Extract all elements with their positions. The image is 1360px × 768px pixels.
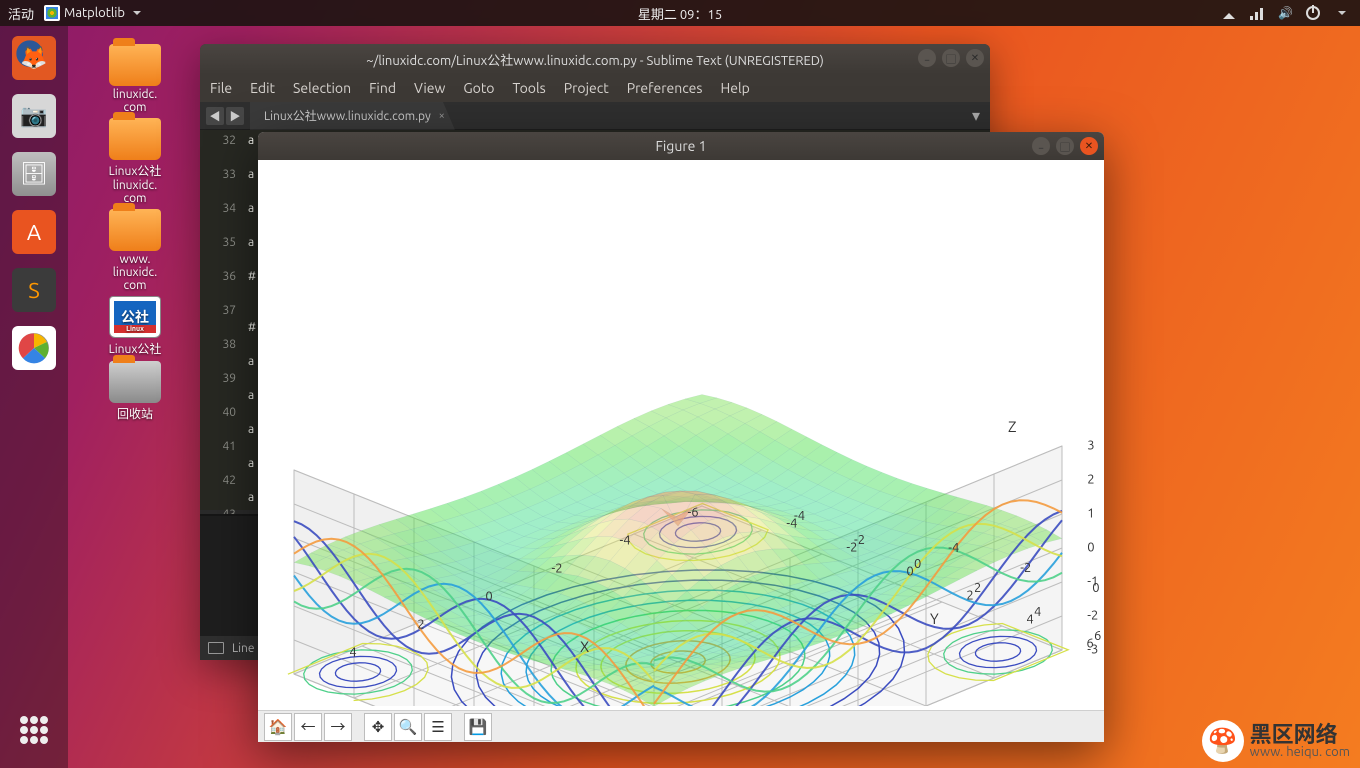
desktop-icon[interactable]: www. linuxidc. com bbox=[90, 209, 180, 292]
app-indicator[interactable]: Matplotlib bbox=[44, 5, 141, 21]
mushroom-icon: 🍄 bbox=[1202, 720, 1244, 762]
svg-text:1: 1 bbox=[1087, 506, 1094, 520]
svg-text:-6: -6 bbox=[687, 505, 698, 519]
close-tab-icon[interactable]: × bbox=[439, 110, 445, 122]
menu-project[interactable]: Project bbox=[564, 80, 609, 96]
menu-goto[interactable]: Goto bbox=[463, 80, 494, 96]
maximize-button[interactable]: ▢ bbox=[942, 49, 960, 67]
svg-text:3: 3 bbox=[1087, 438, 1094, 452]
dock: 🦊 📷 🗄 A S bbox=[0, 26, 68, 768]
svg-text:4: 4 bbox=[349, 645, 356, 659]
svg-text:-1: -1 bbox=[1087, 574, 1098, 588]
svg-text:0: 0 bbox=[485, 589, 492, 603]
menu-tools[interactable]: Tools bbox=[513, 80, 546, 96]
network-icon[interactable] bbox=[1250, 6, 1264, 20]
tab-prev-button[interactable]: ◀ bbox=[206, 107, 224, 125]
x-axis-label: X bbox=[580, 638, 589, 655]
plot-3d: -6-4-2024-4-20246-4-20246-3-2-10123-4-20… bbox=[258, 160, 1104, 706]
svg-text:0: 0 bbox=[906, 565, 913, 579]
activities-button[interactable]: 活动 bbox=[8, 4, 34, 23]
svg-text:2: 2 bbox=[1087, 472, 1094, 486]
close-button[interactable]: ✕ bbox=[1080, 137, 1098, 155]
figure-titlebar[interactable]: Figure 1 ‒ ▢ ✕ bbox=[258, 132, 1104, 160]
pan-button[interactable]: ✥ bbox=[364, 713, 392, 741]
y-axis-label: Y bbox=[930, 610, 939, 627]
power-icon[interactable] bbox=[1306, 6, 1320, 20]
svg-text:6: 6 bbox=[1094, 629, 1101, 643]
save-button[interactable]: 💾 bbox=[464, 713, 492, 741]
svg-text:-2: -2 bbox=[854, 533, 865, 547]
dock-files[interactable]: 🗄 bbox=[8, 148, 60, 200]
dock-show-apps[interactable] bbox=[8, 704, 60, 756]
svg-text:4: 4 bbox=[1026, 613, 1033, 627]
menu-view[interactable]: View bbox=[414, 80, 445, 96]
svg-text:-2: -2 bbox=[1020, 561, 1031, 575]
menu-preferences[interactable]: Preferences bbox=[627, 80, 703, 96]
desktop-icons: linuxidc. comLinux公社 linuxidc. comwww. l… bbox=[90, 44, 180, 422]
svg-text:0: 0 bbox=[914, 557, 921, 571]
chevron-down-icon bbox=[133, 11, 141, 19]
status-line-label: Line bbox=[232, 642, 255, 655]
svg-text:2: 2 bbox=[974, 581, 981, 595]
home-button[interactable]: 🏠 bbox=[264, 713, 292, 741]
maximize-button[interactable]: ▢ bbox=[1056, 137, 1074, 155]
window-figure: Figure 1 ‒ ▢ ✕ -6-4-2024-4-20246-4-20246… bbox=[258, 132, 1104, 742]
forward-button[interactable]: → bbox=[324, 713, 352, 741]
svg-text:-4: -4 bbox=[948, 541, 959, 555]
figure-toolbar: 🏠 ← → ✥ 🔍 ☰ 💾 bbox=[258, 710, 1104, 742]
back-button[interactable]: ← bbox=[294, 713, 322, 741]
figure-canvas[interactable]: -6-4-2024-4-20246-4-20246-3-2-10123-4-20… bbox=[258, 160, 1104, 710]
menu-find[interactable]: Find bbox=[369, 80, 396, 96]
dock-camera[interactable]: 📷 bbox=[8, 90, 60, 142]
chevron-down-icon bbox=[1338, 11, 1346, 19]
top-bar: 活动 Matplotlib 星期二 09：15 bbox=[0, 0, 1360, 26]
tab-dropdown-icon[interactable]: ▾ bbox=[962, 106, 990, 125]
minimize-button[interactable]: ‒ bbox=[918, 49, 936, 67]
menu-file[interactable]: File bbox=[210, 80, 232, 96]
panel-switcher-icon[interactable] bbox=[208, 642, 224, 654]
figure-title: Figure 1 bbox=[656, 138, 707, 154]
svg-text:4: 4 bbox=[1034, 605, 1041, 619]
tab-next-button[interactable]: ▶ bbox=[226, 107, 244, 125]
dock-firefox[interactable]: 🦊 bbox=[8, 32, 60, 84]
svg-text:2: 2 bbox=[966, 589, 973, 603]
desktop-icon[interactable]: 公社LinuxLinux公社 bbox=[90, 296, 180, 357]
dock-sublime[interactable]: S bbox=[8, 264, 60, 316]
menu-help[interactable]: Help bbox=[720, 80, 749, 96]
sublime-tabs: ◀ ▶ Linux公社www.linuxidc.com.py× ▾ bbox=[200, 102, 990, 130]
tab-file[interactable]: Linux公社www.linuxidc.com.py× bbox=[250, 102, 455, 130]
close-button[interactable]: ✕ bbox=[966, 49, 984, 67]
desktop-icon[interactable]: linuxidc. com bbox=[90, 44, 180, 114]
svg-text:2: 2 bbox=[417, 617, 424, 631]
svg-text:0: 0 bbox=[1087, 540, 1094, 554]
dock-software[interactable]: A bbox=[8, 206, 60, 258]
svg-text:-3: -3 bbox=[1087, 642, 1098, 656]
svg-text:-2: -2 bbox=[551, 561, 562, 575]
svg-text:-2: -2 bbox=[1087, 608, 1098, 622]
menu-edit[interactable]: Edit bbox=[250, 80, 275, 96]
configure-button[interactable]: ☰ bbox=[424, 713, 452, 741]
clock[interactable]: 星期二 09：15 bbox=[638, 4, 722, 23]
dock-matplotlib[interactable] bbox=[8, 322, 60, 374]
z-axis-label: Z bbox=[1008, 418, 1017, 435]
watermark: 🍄 黑区网络www. heiqu. com bbox=[1202, 720, 1350, 762]
sublime-menubar: File Edit Selection Find View Goto Tools Projec… bbox=[200, 74, 990, 102]
zoom-button[interactable]: 🔍 bbox=[394, 713, 422, 741]
sublime-titlebar[interactable]: ~/linuxidc.com/Linux公社www.linuxidc.com.p… bbox=[200, 44, 990, 74]
menu-selection[interactable]: Selection bbox=[293, 80, 351, 96]
sublime-title: ~/linuxidc.com/Linux公社www.linuxidc.com.p… bbox=[366, 50, 824, 69]
minimize-button[interactable]: ‒ bbox=[1032, 137, 1050, 155]
matplotlib-icon bbox=[44, 5, 60, 21]
volume-icon[interactable] bbox=[1278, 6, 1292, 20]
desktop-icon[interactable]: 回收站 bbox=[90, 361, 180, 422]
svg-text:-4: -4 bbox=[619, 533, 630, 547]
indicator-triangle-icon[interactable] bbox=[1222, 6, 1236, 20]
desktop-icon[interactable]: Linux公社 linuxidc. com bbox=[90, 118, 180, 205]
svg-text:-4: -4 bbox=[794, 509, 805, 523]
